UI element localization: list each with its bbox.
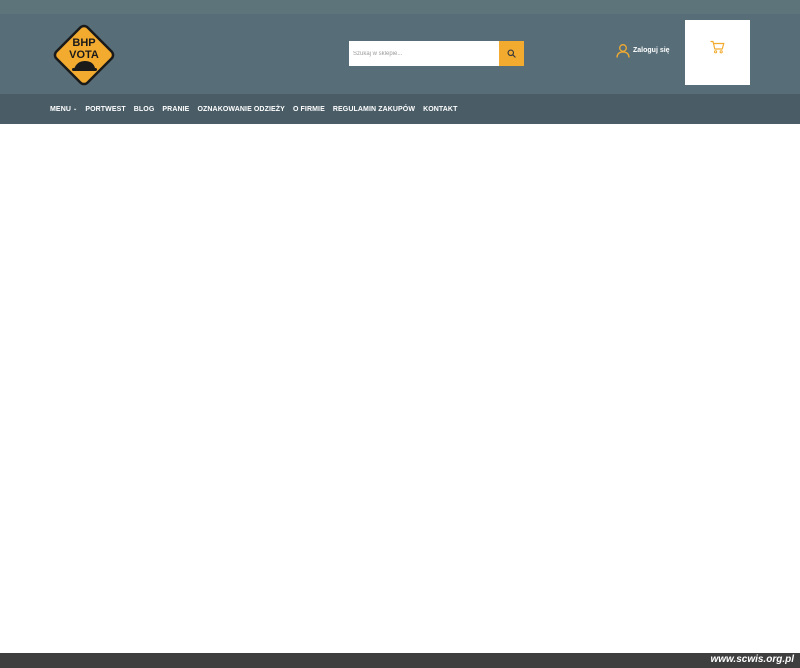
watermark-text: www.scwis.org.pl (710, 654, 794, 665)
nav-item-o-firmie[interactable]: O FIRMIE (293, 106, 325, 113)
nav-item-label: KONTAKT (423, 105, 458, 113)
cart-button[interactable] (685, 20, 750, 85)
cart-icon (710, 40, 725, 53)
search-input[interactable] (349, 41, 499, 66)
nav-item-label: OZNAKOWANIE ODZIEŻY (197, 105, 285, 113)
chevron-down-icon: ⌄ (73, 106, 78, 112)
nav-item-label: O FIRMIE (292, 105, 325, 113)
footer-strip: www.scwis.org.pl (0, 653, 800, 668)
store-logo[interactable]: BHP VOTA (48, 19, 120, 91)
main-navigation: MENU ⌄ PORTWEST BLOG PRANIE OZNAKOWANIE … (0, 94, 800, 124)
logo-text-line2: VOTA (69, 49, 99, 61)
login-label: Zaloguj się (633, 46, 670, 54)
nav-item-label: REGULAMIN ZAKUPÓW (332, 105, 416, 113)
nav-item-label: MENU (50, 105, 72, 113)
nav-item-blog[interactable]: BLOG (134, 106, 155, 113)
nav-item-portwest[interactable]: PORTWEST (85, 106, 125, 113)
nav-item-label: PORTWEST (85, 105, 126, 113)
nav-item-regulamin-zakupow[interactable]: REGULAMIN ZAKUPÓW (333, 106, 415, 113)
search-bar (349, 41, 524, 66)
nav-item-menu[interactable]: MENU ⌄ (50, 106, 77, 113)
nav-item-kontakt[interactable]: KONTAKT (423, 106, 457, 113)
logo-text-line1: BHP (72, 37, 95, 49)
nav-item-pranie[interactable]: PRANIE (162, 106, 189, 113)
nav-list: MENU ⌄ PORTWEST BLOG PRANIE OZNAKOWANIE … (50, 94, 465, 124)
user-icon (616, 43, 630, 58)
search-button[interactable] (499, 41, 524, 66)
nav-item-oznakowanie-odziezy[interactable]: OZNAKOWANIE ODZIEŻY (197, 106, 284, 113)
nav-item-label: BLOG (133, 105, 155, 113)
site-header: BHP VOTA Zaloguj się (0, 14, 800, 94)
nav-item-label: PRANIE (162, 105, 190, 113)
login-link[interactable]: Zaloguj się (616, 42, 670, 58)
logo-sign-icon: BHP VOTA (53, 24, 115, 86)
top-strip (0, 0, 800, 14)
search-icon (507, 49, 516, 58)
